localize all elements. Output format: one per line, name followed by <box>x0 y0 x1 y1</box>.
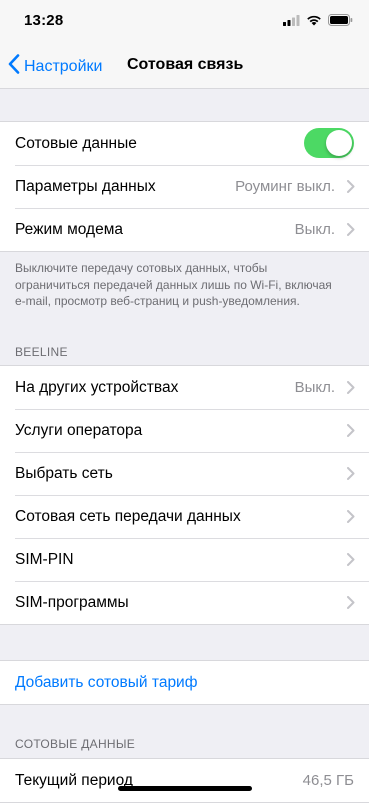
network-selection-row[interactable]: Выбрать сеть <box>0 452 369 495</box>
chevron-right-icon <box>347 223 355 241</box>
add-plan-group: Добавить сотовый тариф <box>0 660 369 705</box>
status-bar: 13:28 <box>0 0 369 44</box>
chevron-right-icon <box>347 596 355 614</box>
cellular-data-network-row[interactable]: Сотовая сеть передачи данных <box>0 495 369 538</box>
add-cellular-plan-label: Добавить сотовый тариф <box>15 673 198 691</box>
cellular-signal-icon <box>283 13 300 31</box>
personal-hotspot-row[interactable]: Режим модема Выкл. <box>0 208 369 251</box>
battery-icon <box>328 13 353 31</box>
page-title: Сотовая связь <box>127 56 244 73</box>
sim-applications-row[interactable]: SIM-программы <box>0 581 369 624</box>
current-period-label: Текущий период <box>15 771 133 789</box>
network-selection-label: Выбрать сеть <box>15 464 113 482</box>
other-devices-label: На других устройствах <box>15 378 179 396</box>
carrier-services-row[interactable]: Услуги оператора <box>0 409 369 452</box>
navigation-bar: Настройки Сотовая связь <box>0 44 369 89</box>
toggle-knob <box>326 130 352 156</box>
cellular-data-label: Сотовые данные <box>15 134 137 152</box>
data-options-label: Параметры данных <box>15 177 156 195</box>
personal-hotspot-value: Выкл. <box>294 221 335 238</box>
chevron-left-icon <box>8 54 24 79</box>
chevron-right-icon <box>347 424 355 442</box>
usage-section-header: СОТОВЫЕ ДАННЫЕ <box>15 737 136 751</box>
carrier-section-header: BEELINE <box>15 345 68 359</box>
sim-applications-label: SIM-программы <box>15 593 129 611</box>
chevron-right-icon <box>347 381 355 399</box>
usage-group: Текущий период 46,5 ГБ <box>0 758 369 803</box>
cellular-data-row: Сотовые данные <box>0 122 369 165</box>
cellular-data-network-label: Сотовая сеть передачи данных <box>15 507 241 525</box>
personal-hotspot-label: Режим модема <box>15 220 123 238</box>
data-options-row[interactable]: Параметры данных Роуминг выкл. <box>0 165 369 208</box>
carrier-settings-group: На других устройствах Выкл. Услуги опера… <box>0 365 369 625</box>
back-label: Настройки <box>24 57 103 75</box>
current-period-value: 46,5 ГБ <box>302 772 354 789</box>
wifi-icon <box>306 13 322 31</box>
status-icons <box>283 13 353 31</box>
current-period-row: Текущий период 46,5 ГБ <box>0 759 369 802</box>
sim-pin-label: SIM-PIN <box>15 550 74 568</box>
chevron-right-icon <box>347 467 355 485</box>
sim-pin-row[interactable]: SIM-PIN <box>0 538 369 581</box>
home-indicator[interactable] <box>118 786 252 791</box>
cellular-settings-group: Сотовые данные Параметры данных Роуминг … <box>0 121 369 252</box>
chevron-right-icon <box>347 180 355 198</box>
other-devices-value: Выкл. <box>294 379 335 396</box>
data-options-value: Роуминг выкл. <box>235 178 335 195</box>
status-time: 13:28 <box>24 12 64 29</box>
wifi-calling-other-devices-row[interactable]: На других устройствах Выкл. <box>0 366 369 409</box>
back-button[interactable]: Настройки <box>8 54 102 79</box>
add-cellular-plan-button[interactable]: Добавить сотовый тариф <box>0 661 369 704</box>
carrier-services-label: Услуги оператора <box>15 421 143 439</box>
cellular-data-footnote: Выключите передачу сотовых данных, чтобы… <box>15 261 332 308</box>
chevron-right-icon <box>347 510 355 528</box>
cellular-data-toggle[interactable] <box>304 128 354 158</box>
chevron-right-icon <box>347 553 355 571</box>
